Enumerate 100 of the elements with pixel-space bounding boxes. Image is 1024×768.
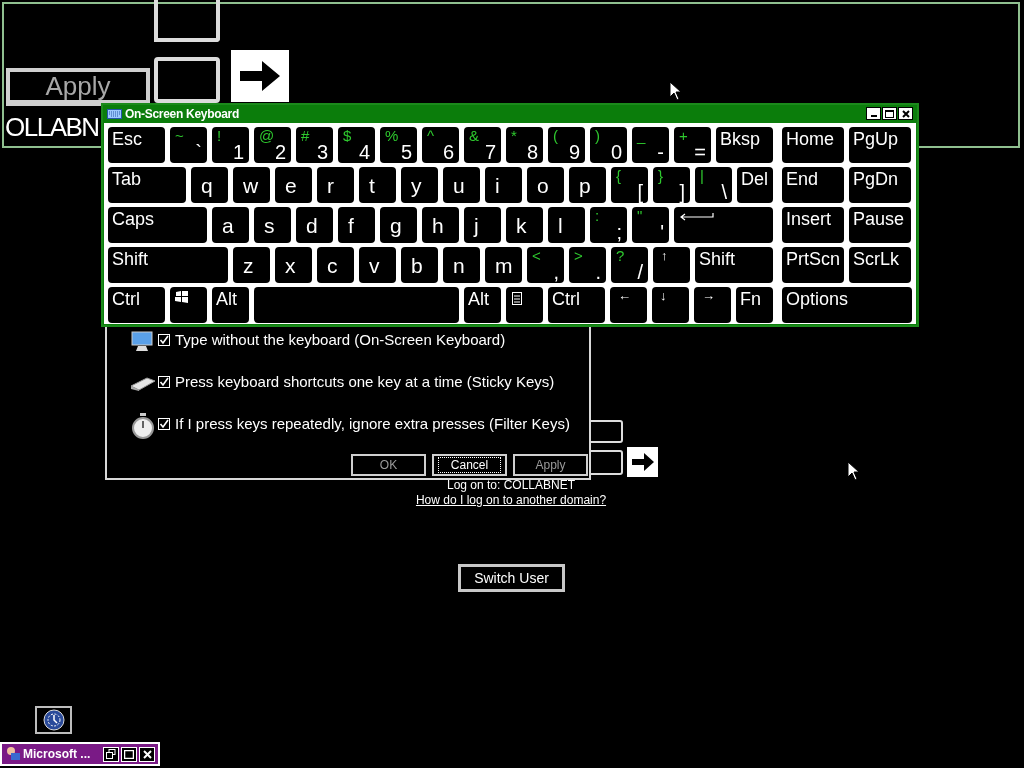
key[interactable]: → bbox=[694, 287, 731, 323]
key[interactable]: j bbox=[464, 207, 501, 243]
key[interactable]: Bksp bbox=[716, 127, 773, 163]
key[interactable]: ~ ` bbox=[170, 127, 207, 163]
key[interactable]: ^ 6 bbox=[422, 127, 459, 163]
option-label: Press keyboard shortcuts one key at a time (Sticky Keys) bbox=[175, 371, 555, 392]
maximize-icon bbox=[124, 749, 134, 759]
key[interactable]: ) 0 bbox=[590, 127, 627, 163]
key[interactable]: q bbox=[191, 167, 228, 203]
key[interactable]: $ 4 bbox=[338, 127, 375, 163]
key[interactable]: Home bbox=[782, 127, 844, 163]
key[interactable]: @ 2 bbox=[254, 127, 291, 163]
key[interactable]: { [ bbox=[611, 167, 648, 203]
checkbox[interactable] bbox=[158, 376, 170, 388]
key[interactable]: f bbox=[338, 207, 375, 243]
key[interactable]: ! 1 bbox=[212, 127, 249, 163]
key[interactable]: # 3 bbox=[296, 127, 333, 163]
menu-key[interactable] bbox=[506, 287, 543, 323]
key[interactable]: t bbox=[359, 167, 396, 203]
text-field[interactable] bbox=[154, 57, 220, 103]
key[interactable]: Shift bbox=[695, 247, 773, 283]
key[interactable]: i bbox=[485, 167, 522, 203]
help-link[interactable]: How do I log on to another domain? bbox=[415, 493, 607, 508]
key[interactable]: : ; bbox=[590, 207, 627, 243]
key[interactable]: PgDn bbox=[849, 167, 911, 203]
key[interactable]: e bbox=[275, 167, 312, 203]
key[interactable]: Options bbox=[782, 287, 912, 323]
windows-key[interactable] bbox=[170, 287, 207, 323]
key[interactable]: n bbox=[443, 247, 480, 283]
key[interactable]: a bbox=[212, 207, 249, 243]
key[interactable]: Ctrl bbox=[108, 287, 165, 323]
key[interactable]: g bbox=[380, 207, 417, 243]
key[interactable]: y bbox=[401, 167, 438, 203]
stopwatch-icon bbox=[131, 413, 155, 439]
key[interactable]: Ctrl bbox=[548, 287, 605, 323]
checkbox[interactable] bbox=[158, 418, 170, 430]
checkbox[interactable] bbox=[158, 334, 170, 346]
key[interactable]: Tab bbox=[108, 167, 186, 203]
key[interactable]: h bbox=[422, 207, 459, 243]
key[interactable]: Fn bbox=[736, 287, 773, 323]
ease-of-access-button[interactable] bbox=[35, 706, 72, 734]
key[interactable]: r bbox=[317, 167, 354, 203]
switch-user-button[interactable]: Switch User bbox=[458, 564, 565, 592]
key[interactable]: End bbox=[782, 167, 844, 203]
key[interactable]: } ] bbox=[653, 167, 690, 203]
key[interactable]: PrtScn bbox=[782, 247, 844, 283]
restore-button[interactable] bbox=[103, 746, 119, 762]
menu-key-icon bbox=[512, 292, 522, 305]
window-title: Microsoft ... bbox=[23, 746, 91, 763]
key[interactable]: " ' bbox=[632, 207, 669, 243]
key[interactable]: ScrLk bbox=[849, 247, 911, 283]
text-field[interactable] bbox=[154, 0, 220, 42]
key[interactable]: c bbox=[317, 247, 354, 283]
key[interactable]: z bbox=[233, 247, 270, 283]
key[interactable]: w bbox=[233, 167, 270, 203]
domain-label: Log on to: COLLABNET bbox=[446, 478, 576, 493]
key[interactable]: l bbox=[548, 207, 585, 243]
arrow-button[interactable] bbox=[627, 447, 658, 477]
close-button[interactable] bbox=[898, 107, 913, 120]
key[interactable]: Esc bbox=[108, 127, 165, 163]
key[interactable]: _ - bbox=[632, 127, 669, 163]
minimize-button[interactable] bbox=[866, 107, 881, 120]
key[interactable]: d bbox=[296, 207, 333, 243]
key[interactable]: p bbox=[569, 167, 606, 203]
key[interactable]: ( 9 bbox=[548, 127, 585, 163]
key[interactable]: b bbox=[401, 247, 438, 283]
close-icon bbox=[901, 109, 910, 118]
key[interactable]: & 7 bbox=[464, 127, 501, 163]
key[interactable]: * 8 bbox=[506, 127, 543, 163]
ease-of-access-icon bbox=[42, 709, 65, 731]
windows-logo-icon bbox=[175, 291, 189, 303]
arrow-button[interactable] bbox=[231, 50, 289, 102]
key[interactable]: Alt bbox=[464, 287, 501, 323]
key[interactable]: | \ bbox=[695, 167, 732, 203]
close-icon bbox=[142, 749, 152, 759]
key[interactable]: o bbox=[527, 167, 564, 203]
maximize-button[interactable] bbox=[882, 107, 897, 120]
key[interactable]: + = bbox=[674, 127, 711, 163]
enter-key[interactable] bbox=[674, 207, 773, 243]
key[interactable]: Alt bbox=[212, 287, 249, 323]
key[interactable]: ↓ bbox=[652, 287, 689, 323]
key[interactable]: Del bbox=[737, 167, 773, 203]
key[interactable]: Insert bbox=[782, 207, 844, 243]
key[interactable]: Pause bbox=[849, 207, 911, 243]
key[interactable]: v bbox=[359, 247, 396, 283]
key[interactable]: ← bbox=[610, 287, 647, 323]
key[interactable]: x bbox=[275, 247, 312, 283]
key[interactable]: ↑ bbox=[653, 247, 690, 283]
key[interactable]: u bbox=[443, 167, 480, 203]
key[interactable]: Shift bbox=[108, 247, 228, 283]
key[interactable]: ? / bbox=[611, 247, 648, 283]
key[interactable]: < , bbox=[527, 247, 564, 283]
key[interactable]: PgUp bbox=[849, 127, 911, 163]
key[interactable]: s bbox=[254, 207, 291, 243]
key[interactable]: k bbox=[506, 207, 543, 243]
dialog-button[interactable]: Cancel bbox=[432, 454, 507, 476]
key[interactable]: m bbox=[485, 247, 522, 283]
key[interactable]: % 5 bbox=[380, 127, 417, 163]
key[interactable]: Caps bbox=[108, 207, 207, 243]
key[interactable]: > . bbox=[569, 247, 606, 283]
